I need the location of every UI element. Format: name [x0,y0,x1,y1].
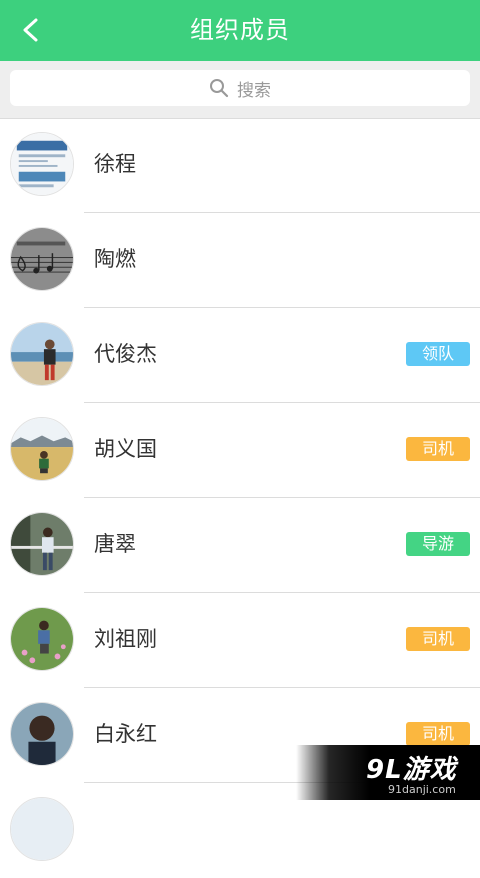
member-row[interactable]: 唐翠 导游 [0,498,480,593]
search-icon [210,79,229,98]
role-badge: 司机 [406,437,470,461]
search-input[interactable]: 搜索 [10,70,470,106]
role-badge: 领队 [406,342,470,366]
watermark-logo: 9L游戏 [366,755,457,785]
page-title: 组织成员 [190,16,290,44]
member-row[interactable]: 代俊杰 领队 [0,308,480,403]
avatar [10,132,74,196]
avatar [10,417,74,481]
member-name: 胡义国 [94,437,157,461]
role-badge: 司机 [406,722,470,746]
watermark: 9L游戏 91danji.com [296,745,480,800]
avatar [10,797,74,861]
member-name: 代俊杰 [94,342,157,366]
member-name: 刘祖刚 [94,627,157,651]
avatar [10,702,74,766]
avatar [10,512,74,576]
member-row[interactable]: 徐程 [0,118,480,213]
role-badge: 司机 [406,627,470,651]
header-bar: 组织成员 [0,0,480,61]
search-placeholder: 搜索 [237,80,271,101]
member-name: 陶燃 [94,247,136,271]
avatar [10,322,74,386]
member-row[interactable]: 胡义国 司机 [0,403,480,498]
avatar [10,607,74,671]
member-row[interactable]: 刘祖刚 司机 [0,593,480,688]
member-name: 徐程 [94,152,136,176]
watermark-url: 91danji.com [388,783,456,796]
member-row[interactable]: 陶燃 [0,213,480,308]
member-name: 白永红 [94,722,157,746]
search-area: 搜索 [0,61,480,119]
member-name: 唐翠 [94,532,136,556]
role-badge: 导游 [406,532,470,556]
avatar [10,227,74,291]
